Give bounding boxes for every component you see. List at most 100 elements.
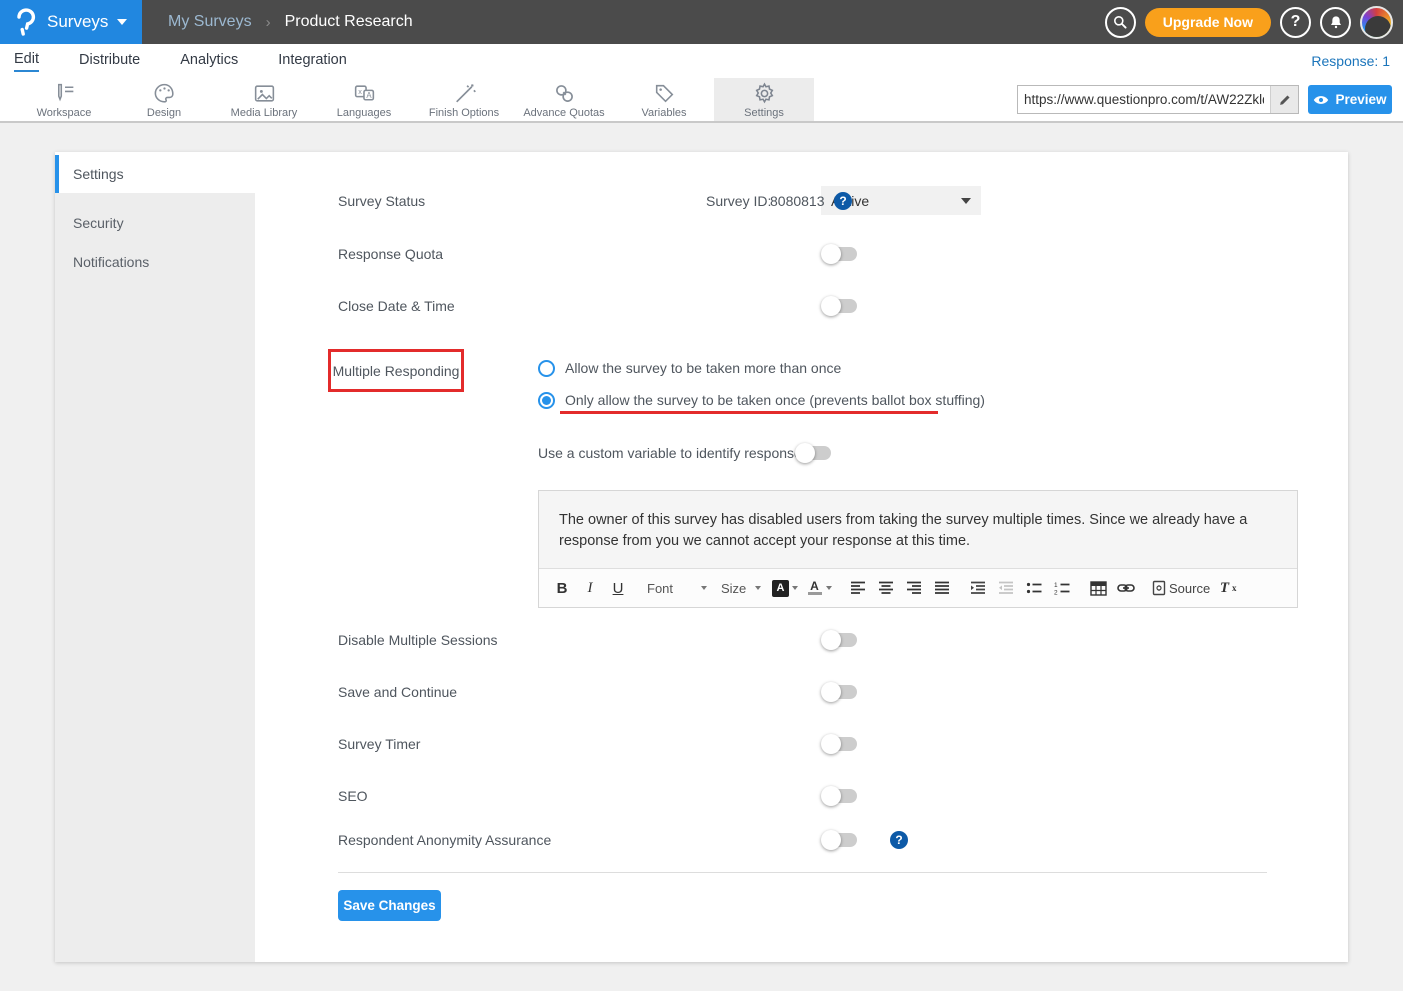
- top-header: Surveys My Surveys › Product Research Up…: [0, 0, 1403, 44]
- text-color-icon: A: [806, 580, 823, 597]
- toolbar-item-finish-options[interactable]: Finish Options: [414, 78, 514, 121]
- custom-variable-row: Use a custom variable to identify respon…: [538, 443, 1238, 463]
- bg-color-button[interactable]: A: [769, 574, 801, 602]
- breadcrumb-current: Product Research: [285, 13, 413, 31]
- questionpro-logo-icon: [14, 8, 38, 36]
- notifications-button[interactable]: [1320, 7, 1351, 38]
- seo-row: SEO: [338, 786, 1038, 806]
- survey-timer-label: Survey Timer: [338, 736, 420, 752]
- toolbar-item-languages[interactable]: x A Languages: [314, 78, 414, 121]
- align-right-button[interactable]: [901, 574, 927, 602]
- search-button[interactable]: [1105, 7, 1136, 38]
- save-and-continue-label: Save and Continue: [338, 684, 457, 700]
- tab-integration[interactable]: Integration: [278, 52, 347, 71]
- tab-edit[interactable]: Edit: [14, 51, 39, 72]
- multiple-responding-label: Multiple Responding: [333, 363, 460, 379]
- survey-id-label: Survey ID:: [706, 193, 771, 209]
- save-and-continue-toggle[interactable]: [823, 685, 857, 699]
- chevron-down-icon: [961, 198, 971, 204]
- toolbar-item-workspace[interactable]: Workspace: [14, 78, 114, 121]
- source-button[interactable]: Source: [1149, 574, 1213, 602]
- toolbar-item-design[interactable]: Design: [114, 78, 214, 121]
- sidebar-item-security[interactable]: Security: [55, 203, 255, 242]
- toolbar-item-media-library[interactable]: Media Library: [214, 78, 314, 121]
- italic-button[interactable]: I: [577, 574, 603, 602]
- brand-menu[interactable]: Surveys: [0, 0, 142, 44]
- link-icon: [1117, 582, 1135, 594]
- breadcrumb-my-surveys[interactable]: My Surveys: [168, 13, 252, 31]
- toolbar-item-label: Settings: [744, 107, 784, 119]
- settings-gear-icon: [752, 81, 777, 106]
- justify-button[interactable]: [929, 574, 955, 602]
- search-icon: [1112, 14, 1128, 30]
- size-select[interactable]: Size: [715, 575, 767, 601]
- survey-timer-toggle[interactable]: [823, 737, 857, 751]
- sidebar-item-label: Settings: [73, 166, 124, 182]
- editor-content[interactable]: The owner of this survey has disabled us…: [539, 491, 1297, 568]
- breadcrumb-separator: ›: [266, 14, 271, 31]
- settings-sidebar: Security Notifications: [55, 193, 255, 962]
- sidebar-item-label: Notifications: [73, 254, 149, 270]
- help-button[interactable]: ?: [1280, 7, 1311, 38]
- align-left-button[interactable]: [845, 574, 871, 602]
- survey-status-row: Survey Status Active Survey ID: 8080813 …: [338, 186, 1298, 215]
- respondent-anonymity-help-icon[interactable]: ?: [890, 831, 908, 849]
- survey-id-help-icon[interactable]: ?: [834, 192, 852, 210]
- align-center-button[interactable]: [873, 574, 899, 602]
- save-changes-button[interactable]: Save Changes: [338, 890, 441, 921]
- close-date-row: Close Date & Time: [338, 296, 1038, 316]
- numbered-list-button[interactable]: 12: [1049, 574, 1075, 602]
- radio-row-once: Only allow the survey to be taken once (…: [538, 390, 1238, 410]
- preview-label: Preview: [1335, 92, 1386, 107]
- outdent-button[interactable]: [993, 574, 1019, 602]
- languages-icon: x A: [352, 81, 377, 106]
- toolbar-item-variables[interactable]: Variables: [614, 78, 714, 121]
- chevron-down-icon: [755, 586, 761, 590]
- toolbar-item-advance-quotas[interactable]: Advance Quotas: [514, 78, 614, 121]
- bg-color-icon: A: [772, 580, 789, 597]
- toolbar-item-label: Variables: [641, 107, 686, 119]
- radio-row-multiple: Allow the survey to be taken more than o…: [538, 358, 1238, 378]
- response-quota-toggle[interactable]: [823, 247, 857, 261]
- disable-multiple-sessions-toggle[interactable]: [823, 633, 857, 647]
- bullet-list-button[interactable]: [1021, 574, 1047, 602]
- bold-button[interactable]: B: [549, 574, 575, 602]
- upgrade-now-button[interactable]: Upgrade Now: [1145, 8, 1271, 37]
- multiple-response-message-editor: The owner of this survey has disabled us…: [538, 490, 1298, 608]
- allow-once-radio[interactable]: [538, 392, 555, 409]
- source-doc-icon: [1152, 580, 1166, 596]
- design-palette-icon: [152, 81, 177, 106]
- sidebar-item-settings[interactable]: Settings: [55, 155, 255, 193]
- survey-url-input[interactable]: [1018, 92, 1270, 107]
- chevron-down-icon: [826, 586, 832, 590]
- text-color-button[interactable]: A: [803, 574, 835, 602]
- font-select[interactable]: Font: [641, 575, 713, 601]
- toolbar-item-label: Languages: [337, 107, 391, 119]
- svg-text:2: 2: [1054, 590, 1058, 596]
- svg-text:1: 1: [1054, 582, 1058, 589]
- bell-icon: [1328, 14, 1344, 30]
- response-quota-label: Response Quota: [338, 246, 443, 262]
- user-avatar[interactable]: [1360, 6, 1393, 39]
- chevron-down-icon: [792, 586, 798, 590]
- source-label: Source: [1169, 581, 1210, 596]
- table-button[interactable]: [1085, 574, 1111, 602]
- remove-format-button[interactable]: Tx: [1215, 574, 1241, 602]
- link-button[interactable]: [1113, 574, 1139, 602]
- preview-button[interactable]: Preview: [1308, 85, 1392, 114]
- response-count[interactable]: Response: 1: [1311, 53, 1390, 69]
- close-date-toggle[interactable]: [823, 299, 857, 313]
- respondent-anonymity-toggle[interactable]: [823, 833, 857, 847]
- seo-toggle[interactable]: [823, 789, 857, 803]
- tab-analytics[interactable]: Analytics: [180, 52, 238, 71]
- allow-multiple-radio[interactable]: [538, 360, 555, 377]
- toolbar-item-settings[interactable]: Settings: [714, 78, 814, 121]
- bullet-list-icon: [1026, 581, 1042, 595]
- custom-variable-toggle[interactable]: [797, 446, 831, 460]
- edit-url-button[interactable]: [1270, 86, 1298, 113]
- save-and-continue-row: Save and Continue: [338, 682, 1038, 702]
- tab-distribute[interactable]: Distribute: [79, 52, 140, 71]
- sidebar-item-notifications[interactable]: Notifications: [55, 242, 255, 281]
- underline-button[interactable]: U: [605, 574, 631, 602]
- indent-button[interactable]: [965, 574, 991, 602]
